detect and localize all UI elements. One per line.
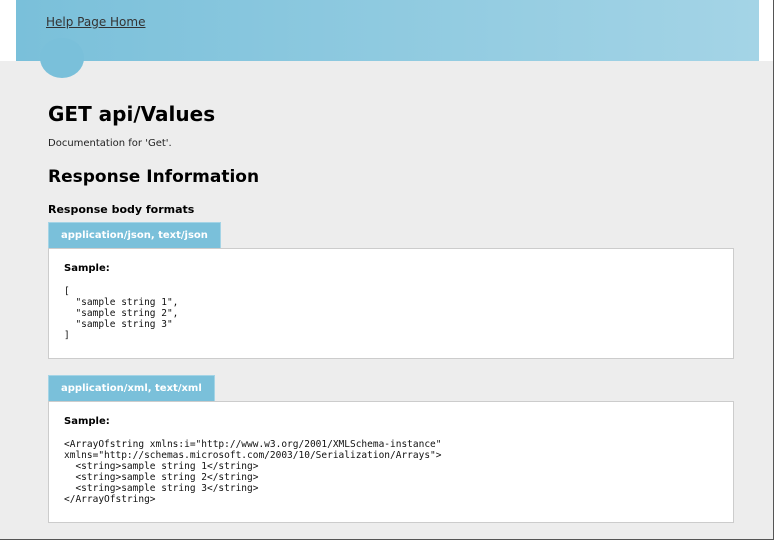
json-sample-code: [ "sample string 1", "sample string 2", … <box>64 286 179 341</box>
header-right-margin <box>759 0 773 61</box>
xml-sample-code: <ArrayOfstring xmlns:i="http://www.w3.or… <box>64 439 442 505</box>
response-body-formats-heading: Response body formats <box>48 203 195 216</box>
json-format-block: application/json, text/json Sample: [ "s… <box>48 222 734 359</box>
xml-sample-label: Sample: <box>64 416 110 427</box>
page-title: GET api/Values <box>48 102 216 126</box>
json-sample-label: Sample: <box>64 263 110 274</box>
tab-xml-format[interactable]: application/xml, text/xml <box>48 375 215 401</box>
main-content: GET api/Values Documentation for 'Get'. … <box>48 100 736 216</box>
xml-sample-box: Sample: <ArrayOfstring xmlns:i="http://w… <box>48 401 734 523</box>
response-information-heading: Response Information <box>48 167 260 187</box>
json-sample-box: Sample: [ "sample string 1", "sample str… <box>48 248 734 359</box>
tab-json-format[interactable]: application/json, text/json <box>48 222 221 248</box>
documentation-text: Documentation for 'Get'. <box>48 138 172 149</box>
site-header <box>16 0 759 61</box>
header-decoration-circle <box>40 38 84 78</box>
help-page-home-link[interactable]: Help Page Home <box>46 15 145 29</box>
page-frame: Help Page Home GET api/Values Documentat… <box>0 0 774 540</box>
xml-format-block: application/xml, text/xml Sample: <Array… <box>48 375 734 523</box>
header-left-margin <box>0 0 16 61</box>
